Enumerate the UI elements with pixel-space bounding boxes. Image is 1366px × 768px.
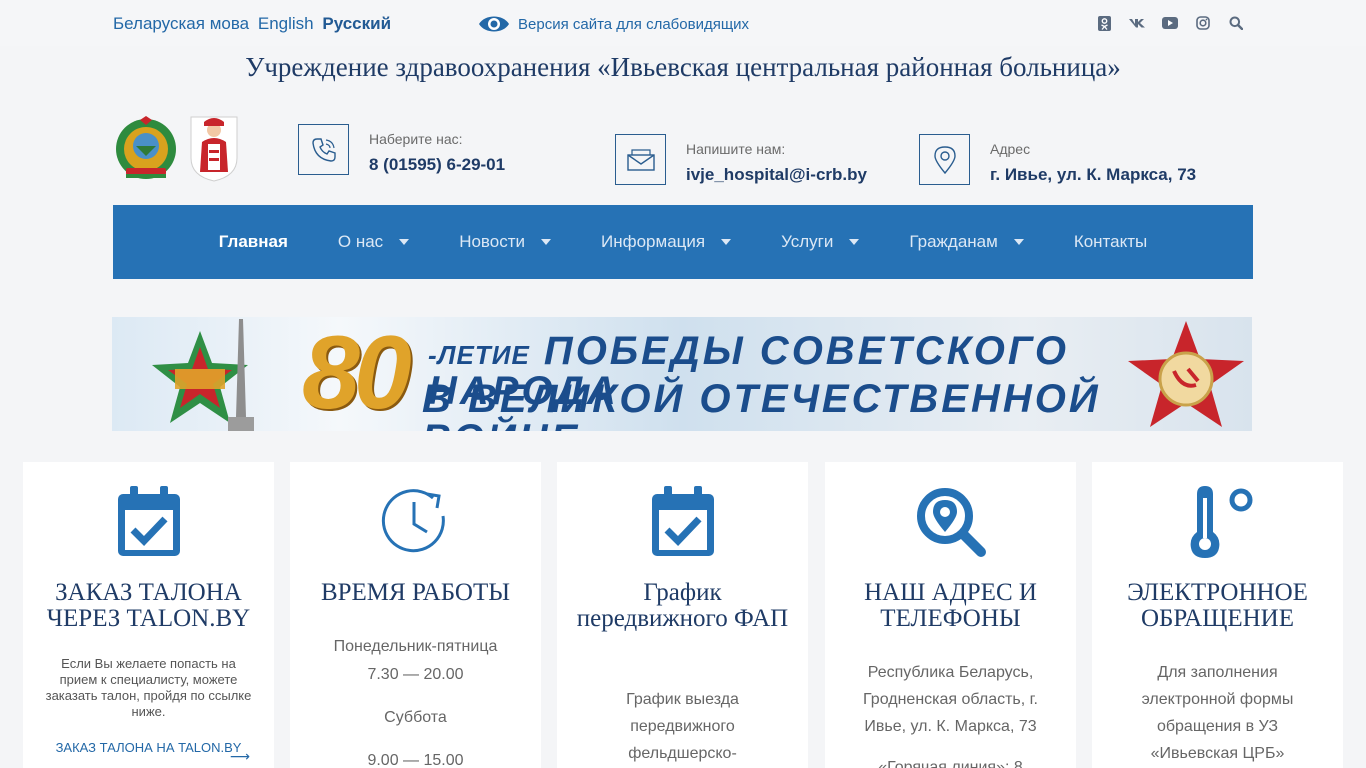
card-title: ВРЕМЯ РАБОТЫ — [320, 579, 511, 606]
nav-contacts[interactable]: Контакты — [1049, 232, 1172, 252]
calendar-check-icon — [651, 486, 714, 556]
youtube-icon[interactable] — [1162, 15, 1178, 31]
low-vision-link[interactable]: Версия сайта для слабовидящих — [478, 12, 749, 36]
vk-icon[interactable] — [1129, 15, 1145, 31]
nav-about[interactable]: О нас — [313, 232, 434, 252]
card-line: 7.30 — 20.00 — [367, 666, 464, 683]
card-text: График выезда передвижного фельдшерско- — [626, 691, 739, 762]
card-text: Для заполнения электронной формы обращен… — [1141, 664, 1294, 762]
main-navigation: Главная О нас Новости Информация Услуги … — [113, 205, 1253, 279]
talon-link[interactable]: ЗАКАЗ ТАЛОНА НА TALON.BY — [53, 740, 244, 756]
arrow-right-icon[interactable]: ⟶ — [230, 748, 250, 765]
belarus-emblem — [114, 116, 178, 187]
ivye-coat-of-arms — [190, 116, 238, 187]
phone-label: Наберите нас: — [369, 131, 463, 147]
social-links — [1096, 15, 1244, 31]
eye-icon — [479, 16, 509, 32]
card-line: Суббота — [384, 709, 447, 726]
phone-number[interactable]: 8 (01595) 6-29-01 — [369, 155, 505, 175]
caret-down-icon — [1013, 239, 1024, 245]
caret-down-icon — [399, 239, 410, 245]
card-talon: ЗАКАЗ ТАЛОНА ЧЕРЕЗ TALON.BY Если Вы жела… — [23, 462, 274, 768]
email-icon-box — [615, 134, 666, 185]
card-title: График передвижного ФАП — [576, 579, 789, 632]
card-text: Если Вы желаете попасть на прием к специ… — [45, 656, 252, 719]
email-label: Напишите нам: — [686, 141, 786, 157]
instagram-icon[interactable] — [1195, 15, 1211, 31]
search-location-icon — [916, 488, 986, 557]
card-address: НАШ АДРЕС И ТЕЛЕФОНЫ Республика Беларусь… — [825, 462, 1076, 768]
card-text-hotline: «Горячая линия»: 8 — [878, 759, 1023, 768]
phone-icon-box — [298, 124, 349, 175]
nav-information[interactable]: Информация — [576, 232, 756, 252]
card-mobile-fap: График передвижного ФАП График выезда пе… — [557, 462, 808, 768]
card-work-hours: ВРЕМЯ РАБОТЫ Понедельник-пятница 7.30 — … — [290, 462, 541, 768]
caret-down-icon — [849, 239, 860, 245]
lang-belarusian[interactable]: Беларуская мова — [113, 14, 249, 33]
card-title: ЭЛЕКТРОННОЕ ОБРАЩЕНИЕ — [1127, 579, 1308, 632]
phone-icon — [311, 137, 336, 162]
nav-services[interactable]: Услуги — [756, 232, 884, 252]
card-line: Понедельник-пятница — [333, 638, 498, 655]
nav-citizens[interactable]: Гражданам — [884, 232, 1048, 252]
calendar-check-icon — [117, 486, 180, 556]
caret-down-icon — [541, 239, 551, 245]
email-address[interactable]: ivje_hospital@i-crb.by — [686, 165, 867, 185]
monument-image — [228, 319, 254, 431]
low-vision-label: Версия сайта для слабовидящих — [518, 15, 750, 33]
ok-icon[interactable] — [1096, 15, 1112, 31]
card-text: Республика Беларусь, Гродненская область… — [863, 664, 1038, 735]
envelope-icon — [626, 148, 655, 171]
top-bar: Беларуская мова English Русский Версия с… — [0, 0, 1366, 46]
clock-icon — [381, 489, 445, 553]
caret-down-icon — [721, 239, 732, 245]
search-icon[interactable] — [1228, 15, 1244, 31]
nav-home[interactable]: Главная — [194, 232, 313, 252]
card-line: 9.00 — 15.00 — [367, 752, 464, 768]
thermometer-icon — [1190, 486, 1252, 558]
order-star-icon — [1128, 321, 1244, 427]
address-value: г. Ивье, ул. К. Маркса, 73 — [990, 165, 1197, 184]
victory-banner[interactable]: 80 -ЛЕТИЕ ПОБЕДЫ СОВЕТСКОГО НАРОДА В ВЕЛ… — [112, 317, 1252, 431]
banner-number: 80 — [302, 317, 412, 431]
nav-news[interactable]: Новости — [434, 232, 576, 252]
lang-english[interactable]: English — [258, 14, 314, 33]
address-label: Адрес — [990, 141, 1031, 157]
card-title: НАШ АДРЕС И ТЕЛЕФОНЫ — [864, 579, 1037, 632]
card-title: ЗАКАЗ ТАЛОНА ЧЕРЕЗ TALON.BY — [46, 579, 251, 632]
language-switcher: Беларуская мова English Русский — [113, 14, 395, 34]
lang-russian[interactable]: Русский — [322, 14, 391, 33]
card-e-appeal: ЭЛЕКТРОННОЕ ОБРАЩЕНИЕ Для заполнения эле… — [1092, 462, 1343, 768]
page-title: Учреждение здравоохранения «Ивьевская це… — [245, 52, 1121, 82]
map-pin-icon — [933, 145, 956, 174]
address-icon-box — [919, 134, 970, 185]
